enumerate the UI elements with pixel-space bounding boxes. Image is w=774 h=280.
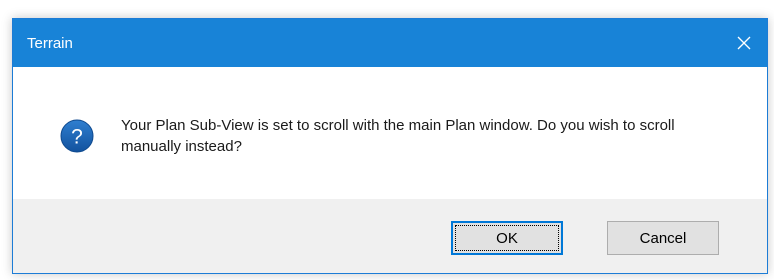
svg-text:?: ? bbox=[71, 126, 83, 149]
terrain-dialog: Terrain ? Your Plan Sub-View is set to s… bbox=[12, 18, 768, 274]
cancel-button-label: Cancel bbox=[639, 229, 687, 247]
ok-button[interactable]: OK bbox=[451, 221, 563, 255]
message-text: Your Plan Sub-View is set to scroll with… bbox=[121, 117, 675, 155]
button-bar: OK Cancel bbox=[13, 199, 767, 273]
ok-button-label: OK bbox=[496, 229, 518, 247]
window-title: Terrain bbox=[27, 35, 73, 52]
title-bar[interactable]: Terrain bbox=[13, 19, 767, 67]
cancel-button[interactable]: Cancel bbox=[607, 221, 719, 255]
question-icon: ? bbox=[60, 119, 94, 153]
dialog-body: ? Your Plan Sub-View is set to scroll wi… bbox=[13, 67, 767, 199]
close-button[interactable] bbox=[721, 19, 767, 67]
close-icon bbox=[737, 36, 751, 50]
